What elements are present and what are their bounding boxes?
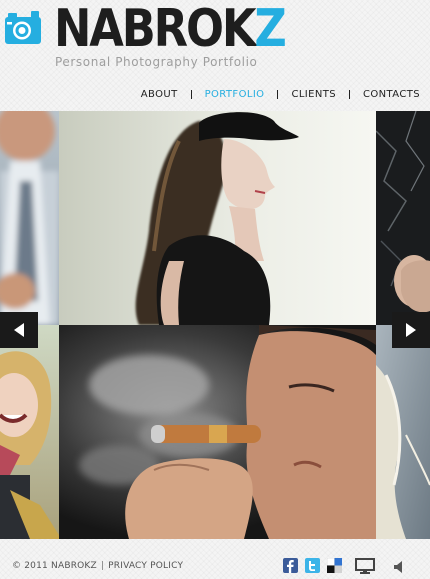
footer-separator: | (100, 561, 105, 571)
sound-icon[interactable] (393, 559, 407, 578)
arrow-right-icon (406, 323, 416, 337)
gallery-photo-hand-wall[interactable] (376, 111, 430, 325)
nav-contacts[interactable]: CONTACTS (363, 89, 420, 100)
nav-clients[interactable]: CLIENTS (291, 89, 336, 100)
copyright-text: © 2011 NABROKZ (12, 561, 97, 571)
nav-about[interactable]: ABOUT (141, 89, 178, 100)
privacy-policy-link[interactable]: PRIVACY POLICY (108, 561, 183, 571)
gallery-photo-woman-cap[interactable] (59, 111, 376, 325)
camera-logo-icon (5, 11, 41, 44)
social-links (283, 557, 342, 573)
facebook-icon[interactable] (283, 558, 298, 573)
tagline: Personal Photography Portfolio (55, 55, 258, 69)
footer-copyright: © 2011 NABROKZ | PRIVACY POLICY (12, 561, 183, 572)
logo-wordmark[interactable]: NABROKZ (54, 0, 287, 59)
logo-wordmark-accent: Z (254, 0, 286, 59)
delicious-icon[interactable] (326, 557, 342, 573)
gallery-photo-blonde-profile[interactable] (376, 325, 430, 539)
nav-divider (349, 90, 351, 99)
gallery-controls (355, 558, 407, 578)
twitter-icon[interactable] (305, 558, 320, 573)
nav-divider (190, 90, 192, 99)
gallery-photo-man-tie[interactable] (0, 111, 59, 325)
gallery-photo-smiling-woman[interactable] (0, 325, 59, 539)
arrow-left-icon (14, 323, 24, 337)
prev-arrow-button[interactable] (0, 312, 38, 348)
main-nav: ABOUT PORTFOLIO CLIENTS CONTACTS (141, 89, 420, 100)
gallery-photo-man-cigar[interactable] (59, 325, 376, 539)
nav-divider (277, 90, 279, 99)
slideshow-screen-icon[interactable] (355, 558, 375, 578)
nav-portfolio[interactable]: PORTFOLIO (205, 89, 265, 100)
logo-wordmark-main: NABROK (54, 0, 256, 59)
next-arrow-button[interactable] (392, 312, 430, 348)
photo-gallery (0, 111, 430, 539)
